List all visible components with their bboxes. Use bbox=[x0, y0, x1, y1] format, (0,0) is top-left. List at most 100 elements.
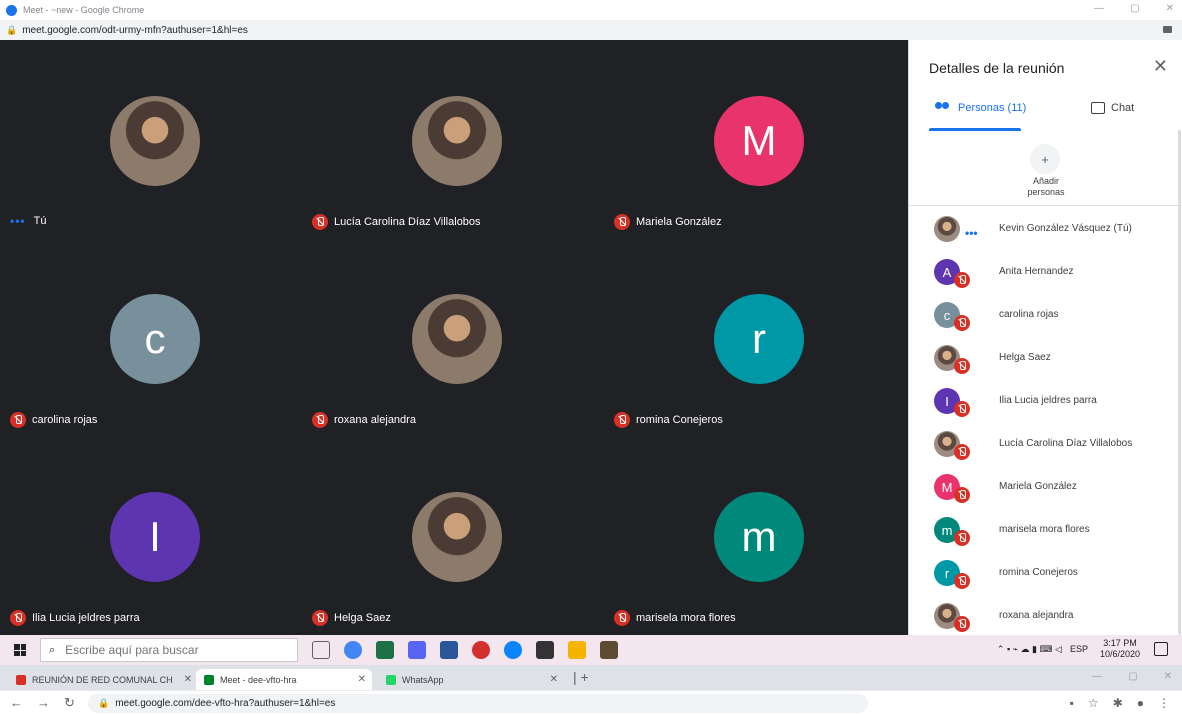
tile-avatar bbox=[412, 492, 502, 582]
participant-row[interactable]: M Mariela González bbox=[909, 466, 1182, 509]
tile-name-row: Lucía Carolina Díaz Villalobos bbox=[312, 214, 481, 230]
participant-tile[interactable]: roxana alejandra bbox=[302, 238, 602, 436]
participant-name: Mariela González bbox=[999, 481, 1077, 492]
profile-avatar[interactable]: ● bbox=[1137, 696, 1144, 710]
participant-row[interactable]: I Ilia Lucia jeldres parra bbox=[909, 380, 1182, 423]
participant-row[interactable]: Lucía Carolina Díaz Villalobos bbox=[909, 423, 1182, 466]
omnibox[interactable]: 🔒 meet.google.com/dee-vfto-hra?authuser=… bbox=[88, 694, 868, 713]
mic-off-icon bbox=[954, 616, 970, 632]
participant-row[interactable]: r romina Conejeros bbox=[909, 552, 1182, 595]
add-people-button[interactable]: + Añadir personas bbox=[909, 136, 1182, 206]
file-explorer-icon[interactable] bbox=[568, 641, 586, 659]
star-icon[interactable]: ☆ bbox=[1088, 696, 1099, 710]
close-tab-icon[interactable]: ✕ bbox=[184, 674, 192, 685]
tile-avatar bbox=[412, 96, 502, 186]
browser-tab[interactable]: WhatsApp ✕ bbox=[378, 669, 564, 690]
language-indicator[interactable]: ESP bbox=[1070, 644, 1088, 654]
menu-icon[interactable]: ⋮ bbox=[1158, 696, 1170, 710]
excel-icon[interactable] bbox=[376, 641, 394, 659]
tile-name: Helga Saez bbox=[334, 612, 391, 624]
close-tab-icon[interactable]: ✕ bbox=[358, 674, 366, 685]
tile-name-row: carolina rojas bbox=[10, 412, 97, 428]
maximize-button-2[interactable]: ▢ bbox=[1128, 671, 1137, 682]
add-people-label: Añadir personas bbox=[909, 176, 1182, 198]
mic-off-icon bbox=[954, 530, 970, 546]
tile-avatar: r bbox=[714, 294, 804, 384]
epic-games-icon[interactable] bbox=[536, 641, 554, 659]
store-icon[interactable] bbox=[600, 641, 618, 659]
forward-icon[interactable]: → bbox=[37, 695, 50, 711]
url-text[interactable]: meet.google.com/odt-urmy-mfn?authuser=1&… bbox=[22, 25, 248, 36]
participant-row[interactable]: ••• Kevin González Vásquez (Tú) bbox=[909, 208, 1182, 251]
tab-people[interactable]: Personas (11) bbox=[934, 102, 1026, 114]
participant-name: Lucía Carolina Díaz Villalobos bbox=[999, 438, 1133, 449]
participant-row[interactable]: A Anita Hernandez bbox=[909, 251, 1182, 294]
mic-off-icon bbox=[954, 573, 970, 589]
chrome-icon[interactable] bbox=[344, 641, 362, 659]
mic-off-icon bbox=[614, 610, 630, 626]
opera-icon[interactable] bbox=[472, 641, 490, 659]
tile-name: marisela mora flores bbox=[636, 612, 736, 624]
active-tab-indicator bbox=[929, 128, 1021, 131]
taskbar-search[interactable]: ⌕ bbox=[40, 638, 298, 662]
mic-off-icon bbox=[954, 487, 970, 503]
reload-icon[interactable]: ↻ bbox=[64, 695, 75, 711]
edge-icon[interactable] bbox=[504, 641, 522, 659]
close-tab-icon[interactable]: ✕ bbox=[550, 674, 558, 685]
participant-tile[interactable]: Helga Saez bbox=[302, 436, 602, 634]
address-bar[interactable]: 🔒 meet.google.com/odt-urmy-mfn?authuser=… bbox=[0, 20, 1182, 40]
more-options-icon[interactable]: ••• bbox=[10, 214, 26, 228]
participant-tile[interactable]: r romina Conejeros bbox=[604, 238, 904, 436]
windows-start-icon[interactable] bbox=[14, 644, 26, 656]
notification-icon[interactable] bbox=[1154, 642, 1168, 656]
mic-off-icon bbox=[614, 214, 630, 230]
close-button-2[interactable]: ✕ bbox=[1164, 671, 1172, 682]
word-icon[interactable] bbox=[440, 641, 458, 659]
close-icon[interactable]: ✕ bbox=[1153, 56, 1168, 77]
participant-tile[interactable]: m marisela mora flores bbox=[604, 436, 904, 634]
tile-avatar: M bbox=[714, 96, 804, 186]
new-tab-button[interactable]: | + bbox=[573, 669, 589, 685]
camera-icon-2[interactable]: ▪ bbox=[1070, 696, 1074, 710]
people-icon bbox=[934, 102, 952, 114]
minimize-button[interactable]: — bbox=[1094, 3, 1104, 14]
clock[interactable]: 3:17 PM 10/6/2020 bbox=[1100, 638, 1140, 660]
tile-name-row: Helga Saez bbox=[312, 610, 391, 626]
maximize-button[interactable]: ▢ bbox=[1130, 3, 1139, 14]
tile-name: Ilia Lucia jeldres parra bbox=[32, 612, 140, 624]
participant-row[interactable]: roxana alejandra bbox=[909, 595, 1182, 638]
participant-row[interactable]: c carolina rojas bbox=[909, 294, 1182, 337]
participant-tile[interactable]: ••• Tú bbox=[0, 40, 300, 238]
discord-icon[interactable] bbox=[408, 641, 426, 659]
taskbar-apps bbox=[312, 641, 618, 659]
omnibox-url[interactable]: meet.google.com/dee-vfto-hra?authuser=1&… bbox=[115, 698, 335, 709]
mic-off-icon bbox=[954, 272, 970, 288]
participant-row[interactable]: m marisela mora flores bbox=[909, 509, 1182, 552]
participant-name: Helga Saez bbox=[999, 352, 1051, 363]
taskbar: ⌕ ⌃ ▪ ⌁ ☁ ▮ ⌨ ◁ ESP 3:17 PM 10/6/2020 bbox=[0, 635, 1182, 665]
panel-scrollbar[interactable] bbox=[1178, 130, 1181, 635]
minimize-button-2[interactable]: — bbox=[1092, 671, 1102, 682]
participant-tile[interactable]: I Ilia Lucia jeldres parra bbox=[0, 436, 300, 634]
participant-row[interactable]: Helga Saez bbox=[909, 337, 1182, 380]
participant-mic-wrap bbox=[954, 616, 976, 637]
participant-tile[interactable]: Lucía Carolina Díaz Villalobos bbox=[302, 40, 602, 238]
participant-tile[interactable]: M Mariela González bbox=[604, 40, 904, 238]
browser-tab[interactable]: Meet - dee-vfto-hra ✕ bbox=[196, 669, 372, 690]
add-person-icon: + bbox=[1030, 144, 1060, 174]
participant-mic-wrap bbox=[954, 573, 976, 594]
task-view-icon[interactable] bbox=[312, 641, 330, 659]
tab-chat[interactable]: Chat bbox=[1091, 102, 1134, 114]
browser-tab[interactable]: REUNIÓN DE RED COMUNAL CH ✕ bbox=[8, 669, 198, 690]
meeting-details-panel: Detalles de la reunión ✕ Personas (11) C… bbox=[908, 40, 1182, 635]
tab-favicon-icon bbox=[204, 674, 214, 685]
camera-icon[interactable] bbox=[1163, 26, 1172, 33]
tile-name-row: Mariela González bbox=[614, 214, 722, 230]
close-window-button[interactable]: ✕ bbox=[1166, 3, 1174, 14]
extensions-icon[interactable]: ✱ bbox=[1113, 696, 1123, 710]
tray-icons[interactable]: ⌃ ▪ ⌁ ☁ ▮ ⌨ ◁ bbox=[997, 644, 1062, 655]
taskbar-search-input[interactable] bbox=[63, 642, 274, 658]
back-icon[interactable]: ← bbox=[10, 695, 23, 711]
add-label-line2: personas bbox=[1027, 187, 1065, 197]
participant-tile[interactable]: c carolina rojas bbox=[0, 238, 300, 436]
